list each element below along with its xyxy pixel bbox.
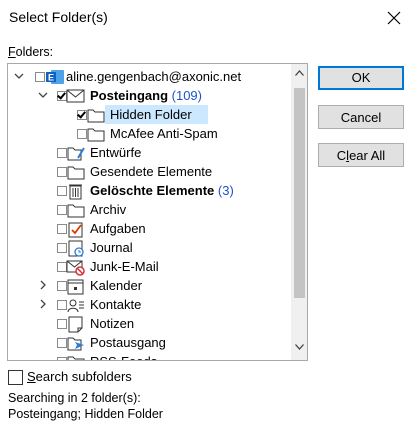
- trash-icon: [69, 184, 82, 200]
- title-bar: Select Folder(s): [0, 0, 411, 36]
- journal-icon: [68, 240, 84, 257]
- tasks-icon: [68, 222, 83, 238]
- scroll-down-arrow-icon[interactable]: [295, 344, 304, 350]
- contacts-icon: [67, 299, 84, 313]
- account-checkbox[interactable]: [35, 72, 45, 82]
- close-icon[interactable]: [381, 5, 407, 31]
- search-subfolders-box[interactable]: [8, 370, 23, 385]
- folder-label: Kontakte: [90, 297, 142, 312]
- folder-label: Gesendete Elemente: [90, 164, 213, 179]
- vertical-scrollbar[interactable]: [291, 64, 307, 360]
- tree-row-kontakte[interactable]: Kontakte: [8, 295, 291, 314]
- search-status-line1: Searching in 2 folder(s):: [8, 391, 141, 405]
- tree-row-account[interactable]: E aline.gengenbach@axonic.net: [8, 67, 291, 86]
- inbox-envelope-icon: [66, 89, 85, 103]
- folder-label: Gelöschte Elemente (3): [90, 183, 234, 198]
- scroll-up-arrow-icon[interactable]: [295, 70, 304, 76]
- tree-row-gesendete-elemente[interactable]: Gesendete Elemente: [8, 162, 291, 181]
- folder-label: Posteingang (109): [90, 88, 202, 103]
- folder-label: Postausgang: [90, 335, 166, 350]
- tree-row-archiv[interactable]: Archiv: [8, 200, 291, 219]
- folder-label: Kalender: [90, 278, 143, 293]
- folder-label: Journal: [90, 240, 133, 255]
- folder-label: McAfee Anti-Spam: [110, 126, 218, 141]
- folder-icon: [87, 128, 105, 142]
- tree-row-journal[interactable]: Journal: [8, 238, 291, 257]
- notes-icon: [68, 316, 83, 333]
- folders-label: Folders:: [8, 45, 54, 59]
- tree-row-hidden-folder[interactable]: Hidden Folder: [8, 105, 291, 124]
- account-label: aline.gengenbach@axonic.net: [66, 69, 242, 84]
- chevron-right-icon[interactable]: [38, 298, 48, 310]
- folder-label: Hidden Folder: [110, 107, 192, 122]
- rss-icon: [67, 356, 85, 360]
- drafts-icon: [67, 147, 85, 161]
- folder-label: Archiv: [90, 202, 127, 217]
- clear-all-button[interactable]: Clear All: [318, 143, 404, 167]
- tree-row-mcafee-anti-spam[interactable]: McAfee Anti-Spam: [8, 124, 291, 143]
- tree-row-posteingang[interactable]: Posteingang (109): [8, 86, 291, 105]
- unread-count: (3): [217, 183, 234, 198]
- folder-icon: [67, 204, 85, 218]
- calendar-icon: [67, 279, 84, 295]
- scrollbar-thumb[interactable]: [294, 88, 305, 298]
- tree-row-gel-schte-elemente[interactable]: Gelöschte Elemente (3): [8, 181, 291, 200]
- tree-row-entw-rfe[interactable]: Entwürfe: [8, 143, 291, 162]
- chevron-down-icon[interactable]: [14, 70, 24, 82]
- folder-tree[interactable]: E aline.gengenbach@axonic.net Posteingan…: [7, 63, 308, 361]
- tree-row-postausgang[interactable]: Postausgang: [8, 333, 291, 352]
- svg-text:E: E: [48, 73, 54, 83]
- folder-icon: [67, 166, 85, 180]
- folder-label: Aufgaben: [90, 221, 146, 236]
- cancel-button[interactable]: Cancel: [318, 105, 404, 129]
- unread-count: (109): [171, 88, 202, 103]
- folder-icon: [87, 109, 105, 123]
- ok-button[interactable]: OK: [318, 66, 404, 90]
- folder-label: Junk-E-Mail: [90, 259, 159, 274]
- chevron-down-icon[interactable]: [38, 89, 48, 101]
- tree-row-rss-feeds[interactable]: RSS-Feeds: [8, 352, 291, 360]
- junk-mail-icon: [66, 260, 85, 276]
- folder-label: Notizen: [90, 316, 135, 331]
- folder-label: RSS-Feeds: [90, 354, 157, 360]
- tree-row-junk-e-mail[interactable]: Junk-E-Mail: [8, 257, 291, 276]
- search-status-line2: Posteingang; Hidden Folder: [8, 407, 163, 421]
- search-subfolders-label: Search subfolders: [27, 369, 132, 384]
- outbox-icon: [67, 337, 84, 351]
- dialog-title: Select Folder(s): [9, 9, 108, 25]
- chevron-right-icon[interactable]: [38, 279, 48, 291]
- folder-label: Entwürfe: [90, 145, 142, 160]
- tree-row-notizen[interactable]: Notizen: [8, 314, 291, 333]
- tree-row-kalender[interactable]: Kalender: [8, 276, 291, 295]
- tree-row-aufgaben[interactable]: Aufgaben: [8, 219, 291, 238]
- exchange-account-icon: E: [46, 70, 64, 84]
